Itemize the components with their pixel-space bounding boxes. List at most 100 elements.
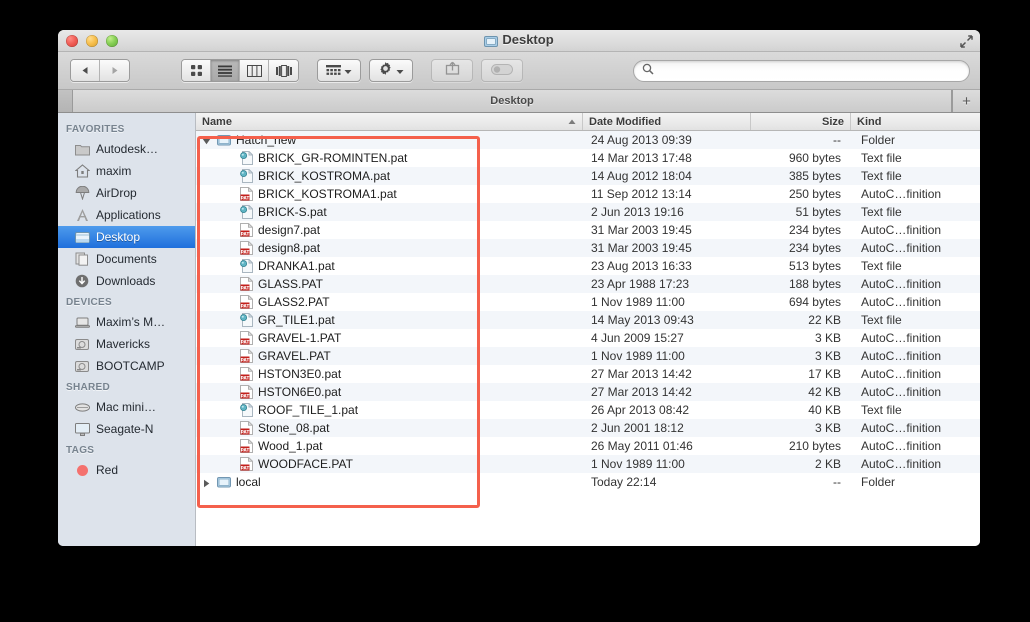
sidebar-item-downloads[interactable]: Downloads	[58, 270, 195, 292]
search-field[interactable]	[633, 60, 970, 82]
fullscreen-arrows-icon[interactable]	[959, 34, 974, 49]
column-header-kind[interactable]: Kind	[851, 113, 980, 130]
disclosure-triangle-open-icon[interactable]	[202, 135, 212, 145]
sidebar-item-airdrop[interactable]: AirDrop	[58, 182, 195, 204]
table-row[interactable]: PAT Wood_1.pat 26 May 2011 01:46 210 bytes A…	[196, 437, 980, 455]
file-name-cell: PAT HSTON3E0.pat	[196, 367, 583, 381]
sidebar-section-shared: SHARED	[66, 382, 111, 393]
table-row[interactable]: PAT GRAVEL-1.PAT 4 Jun 2009 15:27 3 KB AutoC…	[196, 329, 980, 347]
tag-dot-icon	[74, 462, 90, 478]
table-row[interactable]: PAT design8.pat 31 Mar 2003 19:45 234 bytes…	[196, 239, 980, 257]
file-name-label: GRAVEL-1.PAT	[258, 331, 342, 345]
column-header-name[interactable]: Name	[196, 113, 583, 130]
table-row[interactable]: BRICK-S.pat 2 Jun 2013 19:16 51 bytes Text …	[196, 203, 980, 221]
file-date-cell: 4 Jun 2009 15:27	[591, 331, 684, 345]
sidebar-item-autodesk[interactable]: Autodesk…	[58, 138, 195, 160]
file-name-label: BRICK_GR-ROMINTEN.pat	[258, 151, 408, 165]
file-kind-cell: Folder	[861, 475, 896, 489]
icon-view-button[interactable]	[182, 60, 211, 81]
sidebar-item-mac-mini[interactable]: Mac mini…	[58, 396, 195, 418]
file-name-cell: PAT GLASS.PAT	[196, 277, 583, 291]
svg-text:PAT: PAT	[241, 303, 250, 309]
list-view-button[interactable]	[211, 60, 240, 81]
generic-doc-icon	[240, 151, 253, 165]
pat-doc-icon: PAT	[240, 295, 253, 309]
column-header-date-modified[interactable]: Date Modified	[583, 113, 751, 130]
arrange-button[interactable]	[317, 59, 361, 82]
file-size-cell: 513 bytes	[788, 259, 841, 273]
window-title: Desktop	[58, 32, 980, 50]
file-name-cell: BRICK-S.pat	[196, 205, 583, 219]
column-header-label: Size	[821, 115, 844, 128]
sidebar-item-documents[interactable]: Documents	[58, 248, 195, 270]
sidebar-item-applications[interactable]: Applications	[58, 204, 195, 226]
sidebar-item-tag-red[interactable]: Red	[58, 459, 195, 481]
table-row[interactable]: Hatch_new 24 Aug 2013 09:39 -- Folder	[196, 131, 980, 149]
tag-button[interactable]	[481, 59, 523, 82]
back-button[interactable]	[71, 60, 100, 81]
file-kind-cell: Text file	[861, 169, 902, 183]
table-row[interactable]: PAT BRICK_KOSTROMA1.pat 11 Sep 2012 13:14 2…	[196, 185, 980, 203]
column-view-button[interactable]	[240, 60, 269, 81]
sidebar-item-seagate-n[interactable]: Seagate-N	[58, 418, 195, 440]
disclosure-triangle-closed-icon[interactable]	[202, 477, 212, 488]
pat-doc-icon: PAT	[240, 439, 253, 453]
chevron-down-icon	[344, 62, 352, 80]
table-row[interactable]: PAT GLASS2.PAT 1 Nov 1989 11:00 694 bytes Au…	[196, 293, 980, 311]
window-titlebar[interactable]: Desktop	[58, 30, 980, 52]
share-button[interactable]	[431, 59, 473, 82]
sidebar-item-label: Applications	[96, 208, 161, 222]
sidebar-item-label: Seagate-N	[96, 422, 154, 436]
action-menu-button[interactable]	[369, 59, 413, 82]
sidebar-item-label: Red	[96, 463, 119, 477]
sidebar-item-bootcamp[interactable]: BOOTCAMP	[58, 355, 195, 377]
file-kind-cell: Folder	[861, 133, 896, 147]
search-input[interactable]	[659, 64, 961, 78]
table-row[interactable]: PAT GRAVEL.PAT 1 Nov 1989 11:00 3 KB AutoC…f…	[196, 347, 980, 365]
coverflow-view-button[interactable]	[269, 60, 298, 81]
file-name-label: HSTON6E0.pat	[258, 385, 342, 399]
table-row[interactable]: PAT HSTON3E0.pat 27 Mar 2013 14:42 17 KB Aut…	[196, 365, 980, 383]
table-row[interactable]: PAT Stone_08.pat 2 Jun 2001 18:12 3 KB AutoC…	[196, 419, 980, 437]
file-date-cell: 31 Mar 2003 19:45	[591, 241, 692, 255]
table-row[interactable]: BRICK_KOSTROMA.pat 14 Aug 2012 18:04 385 b…	[196, 167, 980, 185]
forward-button[interactable]	[100, 60, 129, 81]
folder-icon	[217, 476, 231, 488]
new-tab-button[interactable]: +	[952, 90, 980, 112]
file-name-label: BRICK-S.pat	[258, 205, 327, 219]
table-row[interactable]: PAT WOODFACE.PAT 1 Nov 1989 11:00 2 KB AutoC…	[196, 455, 980, 473]
file-name-label: local	[236, 475, 261, 489]
sidebar-item-mavericks[interactable]: Mavericks	[58, 333, 195, 355]
pat-doc-icon: PAT	[240, 457, 253, 471]
column-header-label: Date Modified	[589, 115, 662, 128]
file-kind-cell: Text file	[861, 205, 902, 219]
table-row[interactable]: local Today 22:14 -- Folder	[196, 473, 980, 491]
file-kind-cell: AutoC…finition	[861, 367, 942, 381]
table-row[interactable]: GR_TILE1.pat 14 May 2013 09:43 22 KB Text f…	[196, 311, 980, 329]
pat-doc-icon: PAT	[240, 421, 253, 435]
sidebar-item-maxim[interactable]: maxim	[58, 160, 195, 182]
file-name-cell: DRANKA1.pat	[196, 259, 583, 273]
table-row[interactable]: ROOF_TILE_1.pat 26 Apr 2013 08:42 40 KB Tex…	[196, 401, 980, 419]
column-header-size[interactable]: Size	[751, 113, 851, 130]
file-kind-cell: AutoC…finition	[861, 421, 942, 435]
table-row[interactable]: DRANKA1.pat 23 Aug 2013 16:33 513 bytes Tex…	[196, 257, 980, 275]
sidebar-item-desktop[interactable]: Desktop	[58, 226, 195, 248]
tab-desktop[interactable]: Desktop	[72, 90, 952, 112]
downloads-icon	[74, 273, 90, 289]
sidebar-item-maxims-mac[interactable]: Maxim’s M…	[58, 311, 195, 333]
file-size-cell: 2 KB	[814, 457, 841, 471]
table-row[interactable]: PAT GLASS.PAT 23 Apr 1988 17:23 188 bytes Au…	[196, 275, 980, 293]
file-kind-cell: AutoC…finition	[861, 439, 942, 453]
file-name-label: ROOF_TILE_1.pat	[258, 403, 359, 417]
table-row[interactable]: PAT HSTON6E0.pat 27 Mar 2013 14:42 42 KB Aut…	[196, 383, 980, 401]
sidebar-item-label: Desktop	[96, 230, 141, 244]
table-row[interactable]: BRICK_GR-ROMINTEN.pat 14 Mar 2013 17:48 96…	[196, 149, 980, 167]
file-date-cell: 2 Jun 2001 18:12	[591, 421, 684, 435]
file-name-cell: Hatch_new	[196, 133, 583, 147]
file-kind-cell: Text file	[861, 403, 902, 417]
table-row[interactable]: PAT design7.pat 31 Mar 2003 19:45 234 bytes…	[196, 221, 980, 239]
svg-text:PAT: PAT	[241, 231, 250, 237]
file-name-cell: PAT GRAVEL.PAT	[196, 349, 583, 363]
file-size-cell: --	[833, 475, 841, 489]
